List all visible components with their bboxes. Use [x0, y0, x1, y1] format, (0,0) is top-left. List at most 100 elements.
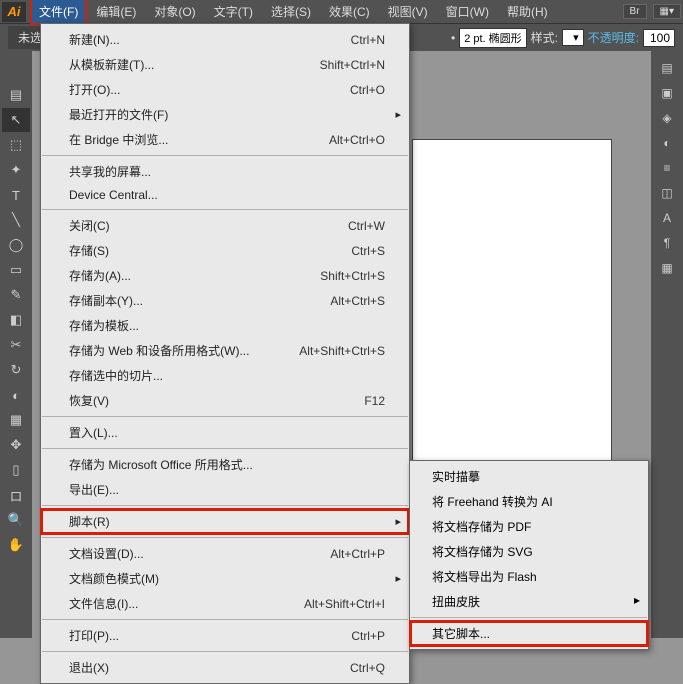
- menu-3[interactable]: 文字(T): [205, 0, 262, 23]
- menu-shortcut: Alt+Shift+Ctrl+I: [304, 597, 385, 611]
- script-submenu-item[interactable]: 将文档存储为 PDF: [410, 514, 648, 539]
- tool-button-11[interactable]: ↻: [2, 358, 30, 382]
- file-menu-item[interactable]: 文档设置(D)...Alt+Ctrl+P: [41, 541, 409, 566]
- file-menu-item[interactable]: 脚本(R): [41, 509, 409, 534]
- panel-button-5[interactable]: ◫: [653, 181, 681, 205]
- file-menu-item[interactable]: 退出(X)Ctrl+Q: [41, 655, 409, 680]
- script-submenu-item[interactable]: 将文档存储为 SVG: [410, 539, 648, 564]
- menu-2[interactable]: 对象(O): [145, 0, 204, 23]
- menubar-right: Br ▦▾: [623, 4, 681, 19]
- menu-item-label: 脚本(R): [69, 513, 385, 530]
- tool-button-7[interactable]: ▭: [2, 258, 30, 282]
- file-menu-item[interactable]: 最近打开的文件(F): [41, 102, 409, 127]
- script-submenu-item[interactable]: 扭曲皮肤: [410, 589, 648, 614]
- script-submenu-item[interactable]: 将 Freehand 转换为 AI: [410, 489, 648, 514]
- tool-button-15[interactable]: ▯: [2, 458, 30, 482]
- menu-8[interactable]: 帮助(H): [498, 0, 557, 23]
- script-submenu-item[interactable]: 实时描摹: [410, 464, 648, 489]
- menu-0[interactable]: 文件(F): [30, 0, 87, 25]
- tool-button-6[interactable]: ◯: [2, 233, 30, 257]
- menu-shortcut: Alt+Ctrl+P: [330, 547, 385, 561]
- menu-item-label: 打开(O)...: [69, 81, 350, 98]
- menu-item-label: 共享我的屏幕...: [69, 163, 385, 180]
- tool-button-5[interactable]: ╲: [2, 208, 30, 232]
- file-menu-item[interactable]: 存储(S)Ctrl+S: [41, 238, 409, 263]
- script-submenu-item[interactable]: 将文档导出为 Flash: [410, 564, 648, 589]
- file-menu-item[interactable]: 打印(P)...Ctrl+P: [41, 623, 409, 648]
- panel-button-8[interactable]: ▦: [653, 256, 681, 280]
- menu-item-label: 文件信息(I)...: [69, 595, 304, 612]
- file-menu-item[interactable]: 在 Bridge 中浏览...Alt+Ctrl+O: [41, 127, 409, 152]
- menu-item-label: 存储为 Web 和设备所用格式(W)...: [69, 342, 299, 359]
- menu-7[interactable]: 窗口(W): [437, 0, 498, 23]
- tool-button-18[interactable]: ✋: [2, 533, 30, 557]
- top-chip-1[interactable]: ▦▾: [653, 4, 681, 19]
- menu-item-label: 存储为(A)...: [69, 267, 320, 284]
- stroke-profile-combo[interactable]: 2 pt. 椭圆形: [459, 28, 526, 48]
- menu-shortcut: Ctrl+Q: [350, 661, 385, 675]
- tool-button-0[interactable]: ▤: [2, 83, 30, 107]
- tool-button-10[interactable]: ✂: [2, 333, 30, 357]
- file-menu-item[interactable]: 存储为(A)...Shift+Ctrl+S: [41, 263, 409, 288]
- tool-button-13[interactable]: ▦: [2, 408, 30, 432]
- file-menu-item[interactable]: 存储副本(Y)...Alt+Ctrl+S: [41, 288, 409, 313]
- panel-button-6[interactable]: A: [653, 206, 681, 230]
- file-menu-item[interactable]: 存储为 Web 和设备所用格式(W)...Alt+Shift+Ctrl+S: [41, 338, 409, 363]
- menu-4[interactable]: 选择(S): [262, 0, 320, 23]
- tool-button-12[interactable]: ◐: [2, 383, 30, 407]
- opacity-input[interactable]: 100: [643, 29, 675, 47]
- app-icon: Ai: [2, 2, 26, 22]
- menu-separator: [42, 651, 408, 652]
- file-menu-item[interactable]: 打开(O)...Ctrl+O: [41, 77, 409, 102]
- file-menu-item[interactable]: 关闭(C)Ctrl+W: [41, 213, 409, 238]
- file-menu-item[interactable]: 文件信息(I)...Alt+Shift+Ctrl+I: [41, 591, 409, 616]
- menu-6[interactable]: 视图(V): [379, 0, 437, 23]
- tool-button-3[interactable]: ✦: [2, 158, 30, 182]
- tool-button-16[interactable]: ロ: [2, 483, 30, 507]
- tool-button-17[interactable]: 🔍: [2, 508, 30, 532]
- panel-button-3[interactable]: ◐: [653, 131, 681, 155]
- menu-item-label: 在 Bridge 中浏览...: [69, 131, 329, 148]
- menu-item-label: 退出(X): [69, 659, 350, 676]
- menu-shortcut: Ctrl+S: [351, 244, 385, 258]
- style-combo[interactable]: ▾: [562, 29, 584, 46]
- file-menu-item[interactable]: Device Central...: [41, 184, 409, 206]
- file-menu-item[interactable]: 新建(N)...Ctrl+N: [41, 27, 409, 52]
- tool-button-2[interactable]: ⬚: [2, 133, 30, 157]
- menu-item-label: 文档颜色模式(M): [69, 570, 385, 587]
- tool-button-8[interactable]: ✎: [2, 283, 30, 307]
- panel-button-7[interactable]: ¶: [653, 231, 681, 255]
- scripts-submenu: 实时描摹将 Freehand 转换为 AI将文档存储为 PDF将文档存储为 SV…: [409, 460, 649, 650]
- tools-panel: ▤↖⬚✦T╲◯▭✎◧✂↻◐▦✥▯ロ🔍✋: [0, 51, 32, 638]
- file-menu-item[interactable]: 存储为模板...: [41, 313, 409, 338]
- file-menu-item[interactable]: 共享我的屏幕...: [41, 159, 409, 184]
- panel-button-1[interactable]: ▣: [653, 81, 681, 105]
- menu-item-label: 存储副本(Y)...: [69, 292, 330, 309]
- menubar-container: 文件(F)编辑(E)对象(O)文字(T)选择(S)效果(C)视图(V)窗口(W)…: [30, 0, 557, 23]
- file-menu-item[interactable]: 从模板新建(T)...Shift+Ctrl+N: [41, 52, 409, 77]
- panel-button-2[interactable]: ◈: [653, 106, 681, 130]
- top-chip-0[interactable]: Br: [623, 4, 647, 19]
- menu-item-label: 存储为 Microsoft Office 所用格式...: [69, 456, 385, 473]
- tool-button-1[interactable]: ↖: [2, 108, 30, 132]
- tool-button-14[interactable]: ✥: [2, 433, 30, 457]
- menu-item-label: 从模板新建(T)...: [69, 56, 320, 73]
- other-scripts-item[interactable]: 其它脚本...: [410, 621, 648, 646]
- panel-button-0[interactable]: ▤: [653, 56, 681, 80]
- menu-item-label: 打印(P)...: [69, 627, 351, 644]
- file-menu-item[interactable]: 文档颜色模式(M): [41, 566, 409, 591]
- file-menu-item[interactable]: 存储为 Microsoft Office 所用格式...: [41, 452, 409, 477]
- file-menu-item[interactable]: 存储选中的切片...: [41, 363, 409, 388]
- menu-separator: [411, 617, 647, 618]
- file-menu-item[interactable]: 置入(L)...: [41, 420, 409, 445]
- menu-5[interactable]: 效果(C): [320, 0, 379, 23]
- tool-button-9[interactable]: ◧: [2, 308, 30, 332]
- file-menu-item[interactable]: 恢复(V)F12: [41, 388, 409, 413]
- menu-1[interactable]: 编辑(E): [87, 0, 145, 23]
- menu-shortcut: Ctrl+O: [350, 83, 385, 97]
- file-menu-dropdown: 新建(N)...Ctrl+N从模板新建(T)...Shift+Ctrl+N打开(…: [40, 23, 410, 684]
- tool-button-4[interactable]: T: [2, 183, 30, 207]
- file-menu-item[interactable]: 导出(E)...: [41, 477, 409, 502]
- menu-item-label: 存储为模板...: [69, 317, 385, 334]
- panel-button-4[interactable]: ≡: [653, 156, 681, 180]
